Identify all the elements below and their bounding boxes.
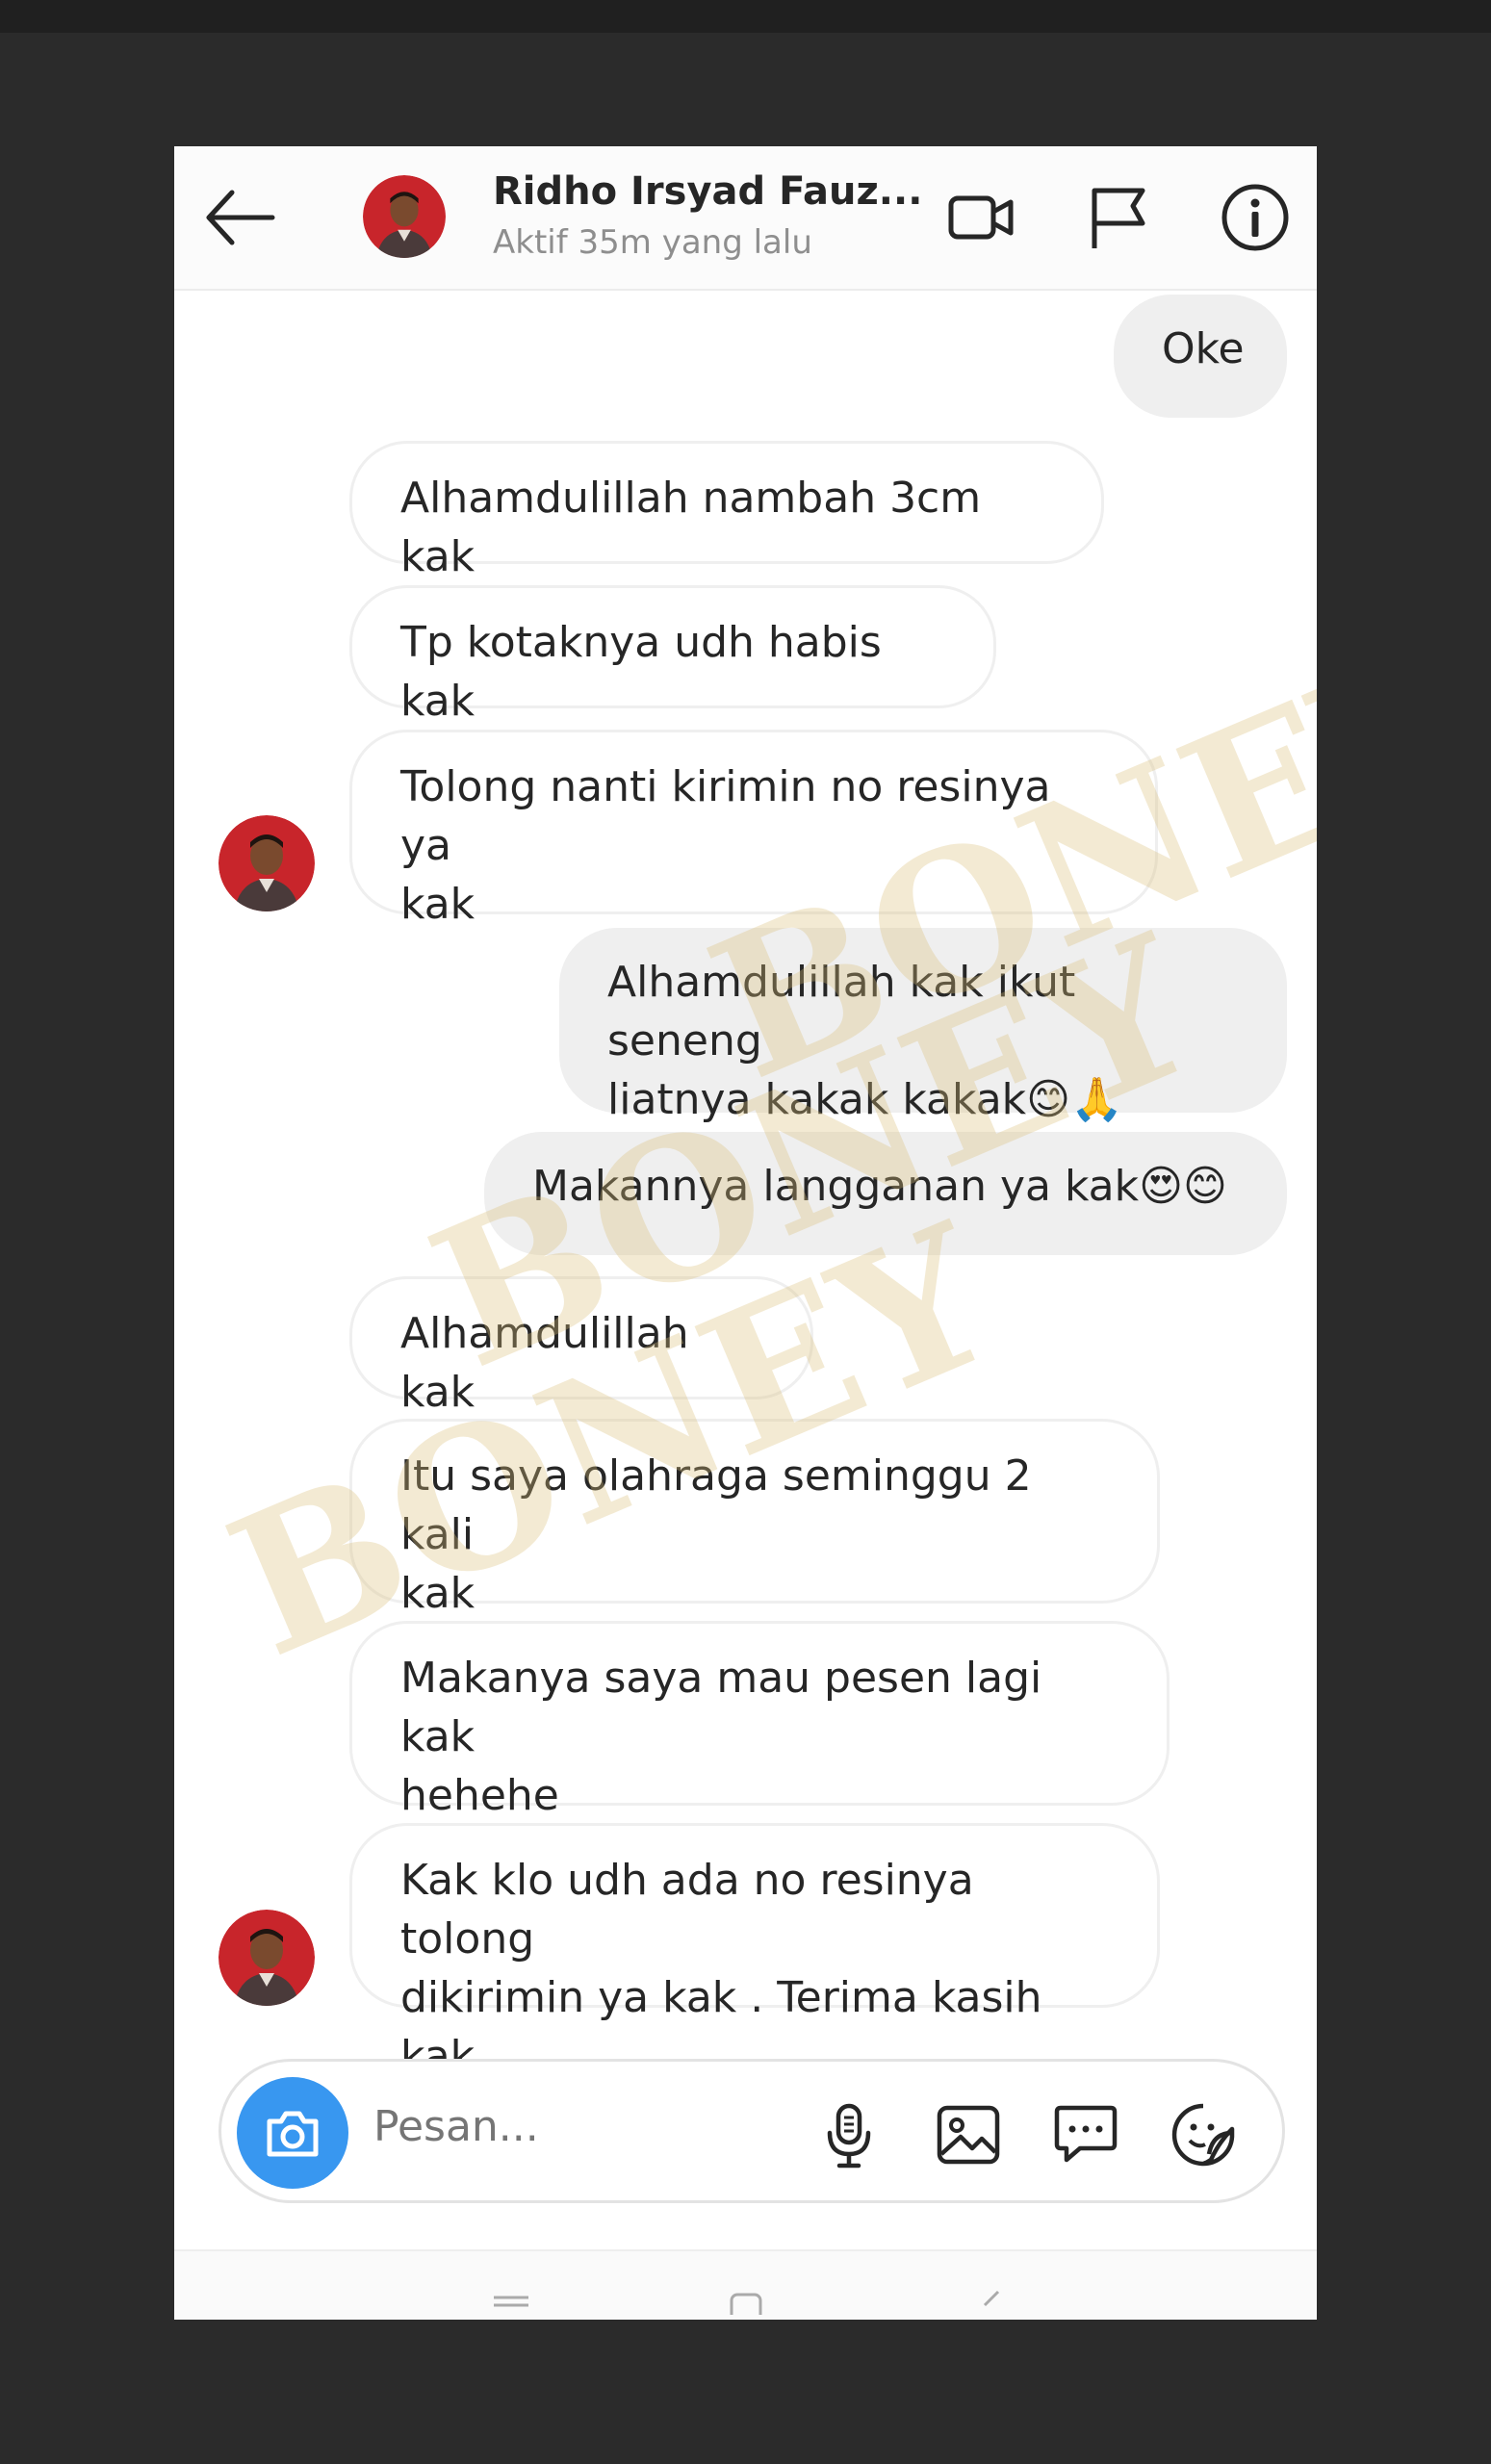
message-text: Makannya langganan ya kak😍😊 (532, 1162, 1227, 1211)
camera-icon (267, 2111, 319, 2157)
incoming-message[interactable]: Alhamdulillah kak (349, 1276, 813, 1417)
camera-button[interactable] (237, 2077, 348, 2189)
message-text-line: Tolong nanti kirimin no resinya ya (400, 762, 1051, 870)
chat-screen: Ridho Irsyad Fauz... Aktif 35m yang lalu… (174, 146, 1317, 2320)
incoming-message[interactable]: Alhamdulillah nambah 3cm kak (349, 441, 1104, 581)
outgoing-message[interactable]: Oke (1114, 295, 1287, 418)
message-text-line: Kak klo udh ada no resinya tolong (400, 1856, 974, 1964)
system-nav-bar (174, 2249, 1317, 2320)
speech-bubble-icon[interactable] (1051, 2100, 1120, 2169)
incoming-message[interactable]: Makanya saya mau pesen lagi kak hehehe (349, 1621, 1170, 1820)
outgoing-message[interactable]: Makannya langganan ya kak😍😊 (484, 1132, 1287, 1255)
contact-name[interactable]: Ridho Irsyad Fauz... (493, 169, 922, 214)
sticker-icon[interactable] (1169, 2100, 1238, 2169)
home-icon[interactable] (729, 2292, 763, 2315)
message-text-line: Alhamdulillah kak ikut seneng (607, 958, 1076, 1065)
incoming-message[interactable]: Tp kotaknya udh habis kak (349, 585, 996, 726)
message-text: Alhamdulillah kak (400, 1309, 689, 1417)
top-shade (0, 0, 1491, 33)
message-text: Alhamdulillah nambah 3cm kak (400, 474, 982, 581)
contact-avatar[interactable] (363, 175, 446, 258)
message-text-line: kak (400, 1569, 476, 1618)
message-composer (219, 2059, 1285, 2203)
message-text-line: liatnya kakak kakak😊🙏 (607, 1075, 1123, 1124)
flag-icon[interactable] (1081, 181, 1154, 254)
chat-header: Ridho Irsyad Fauz... Aktif 35m yang lalu (174, 146, 1317, 291)
menu-icon[interactable] (492, 2294, 530, 2313)
message-text-line: hehehe (400, 1771, 559, 1820)
incoming-message[interactable]: Itu saya olahraga seminggu 2 kali kak (349, 1419, 1160, 1618)
activity-status: Aktif 35m yang lalu (493, 223, 812, 262)
sender-avatar[interactable] (219, 815, 315, 911)
message-text: Tp kotaknya udh habis kak (400, 618, 882, 726)
arrow-left-icon[interactable] (203, 185, 276, 250)
message-input[interactable] (373, 2102, 662, 2151)
message-text: Oke (1162, 324, 1245, 373)
microphone-icon[interactable] (814, 2100, 884, 2169)
image-icon[interactable] (934, 2100, 1003, 2169)
message-text-line: Itu saya olahraga seminggu 2 kali (400, 1451, 1032, 1559)
incoming-message[interactable]: Kak klo udh ada no resinya tolong dikiri… (349, 1823, 1160, 2081)
info-icon[interactable] (1219, 181, 1292, 254)
nav-back-icon[interactable] (979, 2290, 1002, 2315)
sender-avatar[interactable] (219, 1910, 315, 2006)
outgoing-message[interactable]: Alhamdulillah kak ikut seneng liatnya ka… (559, 928, 1287, 1124)
video-camera-icon[interactable] (945, 181, 1018, 254)
message-text-line: Makanya saya mau pesen lagi kak (400, 1654, 1042, 1761)
incoming-message[interactable]: Tolong nanti kirimin no resinya ya kak (349, 730, 1158, 929)
message-text-line: kak (400, 880, 476, 929)
